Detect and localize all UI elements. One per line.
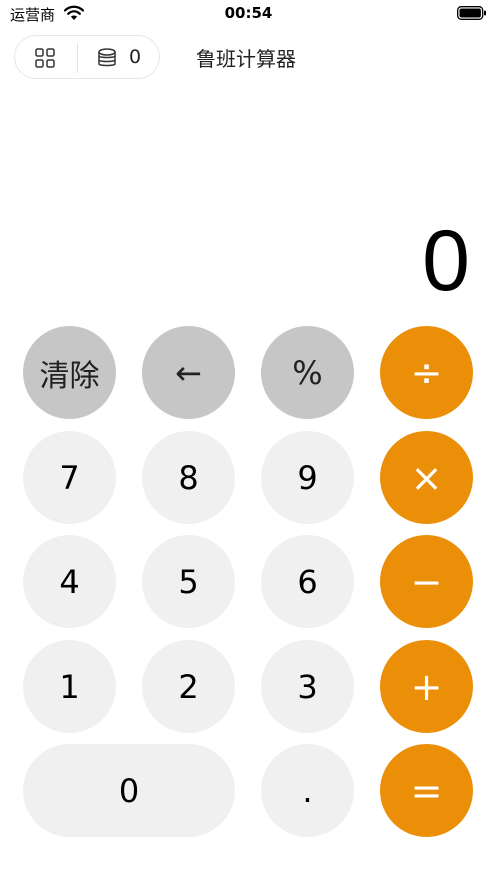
- digit-3-button[interactable]: 3: [261, 640, 354, 733]
- digit-6-button[interactable]: 6: [261, 535, 354, 628]
- digit-9-button[interactable]: 9: [261, 431, 354, 524]
- minus-button[interactable]: −: [380, 535, 473, 628]
- percent-button[interactable]: %: [261, 326, 354, 419]
- equals-button[interactable]: =: [380, 744, 473, 837]
- digit-0-button[interactable]: 0: [23, 744, 235, 837]
- backspace-button[interactable]: ←: [142, 326, 235, 419]
- digit-2-button[interactable]: 2: [142, 640, 235, 733]
- digit-1-button[interactable]: 1: [23, 640, 116, 733]
- digit-4-button[interactable]: 4: [23, 535, 116, 628]
- multiply-button[interactable]: ×: [380, 431, 473, 524]
- digit-8-button[interactable]: 8: [142, 431, 235, 524]
- plus-button[interactable]: +: [380, 640, 473, 733]
- decimal-point-button[interactable]: .: [261, 744, 354, 837]
- digit-5-button[interactable]: 5: [142, 535, 235, 628]
- keypad: 清除 ← % ÷ 7 8 9 × 4 5 6 − 1 2 3 + 0 . =: [0, 0, 497, 883]
- divide-button[interactable]: ÷: [380, 326, 473, 419]
- clear-button[interactable]: 清除: [23, 326, 116, 419]
- digit-7-button[interactable]: 7: [23, 431, 116, 524]
